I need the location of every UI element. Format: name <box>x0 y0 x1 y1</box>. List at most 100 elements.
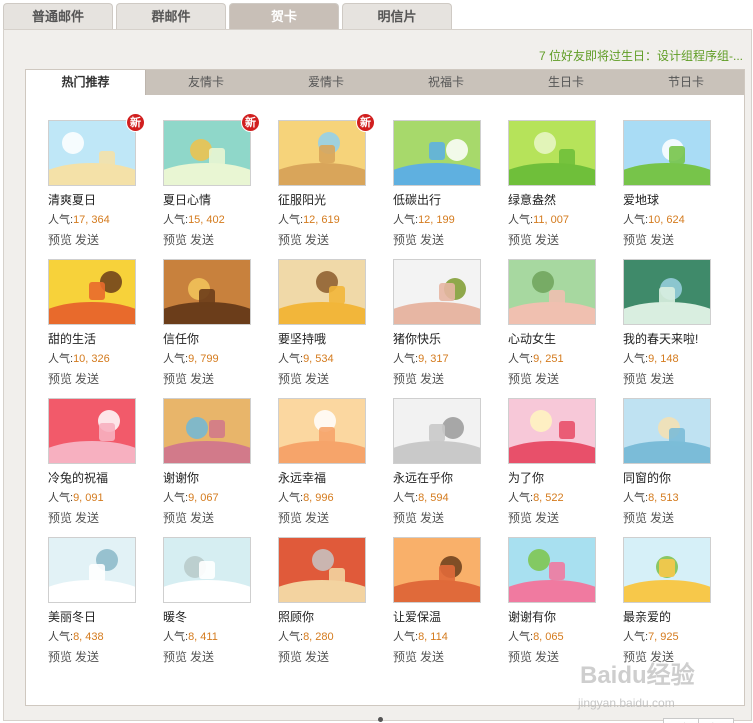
card-title[interactable]: 征服阳光 <box>278 191 326 208</box>
preview-link[interactable]: 预览 <box>278 233 302 247</box>
card-title[interactable]: 我的春天来啦! <box>623 330 698 347</box>
card-thumbnail[interactable] <box>508 120 596 186</box>
subtab-love[interactable]: 爱情卡 <box>266 70 386 95</box>
send-link[interactable]: 发送 <box>535 233 559 247</box>
card-thumbnail[interactable] <box>623 537 711 603</box>
send-link[interactable]: 发送 <box>420 650 444 664</box>
card-title[interactable]: 猪你快乐 <box>393 330 441 347</box>
preview-link[interactable]: 预览 <box>508 233 532 247</box>
card-thumbnail[interactable] <box>163 537 251 603</box>
card-title[interactable]: 绿意盎然 <box>508 191 556 208</box>
card-thumbnail[interactable] <box>163 259 251 325</box>
preview-link[interactable]: 预览 <box>623 372 647 386</box>
card-title[interactable]: 谢谢有你 <box>508 608 556 625</box>
preview-link[interactable]: 预览 <box>278 650 302 664</box>
send-link[interactable]: 发送 <box>305 650 329 664</box>
card-title[interactable]: 谢谢你 <box>163 469 199 486</box>
send-link[interactable]: 发送 <box>75 372 99 386</box>
card-title[interactable]: 低碳出行 <box>393 191 441 208</box>
tab-greeting-card[interactable]: 贺卡 <box>229 3 339 30</box>
card-title[interactable]: 夏日心情 <box>163 191 211 208</box>
prev-page-button[interactable]: ◀ <box>664 719 699 723</box>
card-thumbnail[interactable] <box>508 398 596 464</box>
subtab-hot[interactable]: 热门推荐 <box>26 70 146 95</box>
subtab-festival[interactable]: 节日卡 <box>626 70 746 95</box>
subtab-birthday[interactable]: 生日卡 <box>506 70 626 95</box>
card-title[interactable]: 要坚持哦 <box>278 330 326 347</box>
card-title[interactable]: 照顾你 <box>278 608 314 625</box>
card-thumbnail[interactable] <box>48 398 136 464</box>
card-thumbnail[interactable] <box>163 120 251 186</box>
send-link[interactable]: 发送 <box>650 233 674 247</box>
tab-regular-mail[interactable]: 普通邮件 <box>3 3 113 30</box>
card-title[interactable]: 冷兔的祝福 <box>48 469 108 486</box>
card-thumbnail[interactable] <box>508 537 596 603</box>
card-title[interactable]: 永远在乎你 <box>393 469 453 486</box>
send-link[interactable]: 发送 <box>190 233 214 247</box>
card-thumbnail[interactable] <box>48 537 136 603</box>
send-link[interactable]: 发送 <box>420 372 444 386</box>
card-thumbnail[interactable] <box>278 120 366 186</box>
preview-link[interactable]: 预览 <box>48 233 72 247</box>
send-link[interactable]: 发送 <box>420 511 444 525</box>
send-link[interactable]: 发送 <box>650 511 674 525</box>
card-thumbnail[interactable] <box>623 398 711 464</box>
preview-link[interactable]: 预览 <box>393 372 417 386</box>
tab-postcard[interactable]: 明信片 <box>342 3 452 30</box>
send-link[interactable]: 发送 <box>190 650 214 664</box>
send-link[interactable]: 发送 <box>650 372 674 386</box>
subtab-friendship[interactable]: 友情卡 <box>146 70 266 95</box>
card-thumbnail[interactable] <box>508 259 596 325</box>
preview-link[interactable]: 预览 <box>163 511 187 525</box>
preview-link[interactable]: 预览 <box>163 650 187 664</box>
card-title[interactable]: 暖冬 <box>163 608 187 625</box>
preview-link[interactable]: 预览 <box>163 233 187 247</box>
send-link[interactable]: 发送 <box>75 233 99 247</box>
preview-link[interactable]: 预览 <box>393 650 417 664</box>
card-thumbnail[interactable] <box>393 259 481 325</box>
next-page-button[interactable]: ▶ <box>699 719 734 723</box>
card-thumbnail[interactable] <box>393 120 481 186</box>
send-link[interactable]: 发送 <box>535 372 559 386</box>
card-thumbnail[interactable] <box>393 398 481 464</box>
page-indicator-dot[interactable] <box>378 717 383 722</box>
card-thumbnail[interactable] <box>163 398 251 464</box>
preview-link[interactable]: 预览 <box>278 372 302 386</box>
card-title[interactable]: 爱地球 <box>623 191 659 208</box>
send-link[interactable]: 发送 <box>535 511 559 525</box>
card-title[interactable]: 甜的生活 <box>48 330 96 347</box>
card-thumbnail[interactable] <box>393 537 481 603</box>
card-title[interactable]: 最亲爱的 <box>623 608 671 625</box>
preview-link[interactable]: 预览 <box>508 511 532 525</box>
preview-link[interactable]: 预览 <box>48 511 72 525</box>
card-title[interactable]: 信任你 <box>163 330 199 347</box>
preview-link[interactable]: 预览 <box>48 650 72 664</box>
card-title[interactable]: 心动女生 <box>508 330 556 347</box>
card-title[interactable]: 永远幸福 <box>278 469 326 486</box>
tab-group-mail[interactable]: 群邮件 <box>116 3 226 30</box>
birthday-notice-link[interactable]: 7 位好友即将过生日：设计组程序组-... <box>539 47 743 64</box>
send-link[interactable]: 发送 <box>75 650 99 664</box>
card-title[interactable]: 同窗的你 <box>623 469 671 486</box>
card-thumbnail[interactable] <box>623 259 711 325</box>
send-link[interactable]: 发送 <box>305 233 329 247</box>
card-thumbnail[interactable] <box>623 120 711 186</box>
send-link[interactable]: 发送 <box>420 233 444 247</box>
preview-link[interactable]: 预览 <box>623 511 647 525</box>
card-thumbnail[interactable] <box>278 259 366 325</box>
send-link[interactable]: 发送 <box>305 372 329 386</box>
send-link[interactable]: 发送 <box>190 511 214 525</box>
card-thumbnail[interactable] <box>48 259 136 325</box>
preview-link[interactable]: 预览 <box>623 233 647 247</box>
send-link[interactable]: 发送 <box>650 650 674 664</box>
preview-link[interactable]: 预览 <box>393 233 417 247</box>
subtab-blessing[interactable]: 祝福卡 <box>386 70 506 95</box>
card-title[interactable]: 清爽夏日 <box>48 191 96 208</box>
preview-link[interactable]: 预览 <box>623 650 647 664</box>
card-thumbnail[interactable] <box>48 120 136 186</box>
send-link[interactable]: 发送 <box>75 511 99 525</box>
card-title[interactable]: 美丽冬日 <box>48 608 96 625</box>
send-link[interactable]: 发送 <box>305 511 329 525</box>
preview-link[interactable]: 预览 <box>508 372 532 386</box>
card-thumbnail[interactable] <box>278 398 366 464</box>
